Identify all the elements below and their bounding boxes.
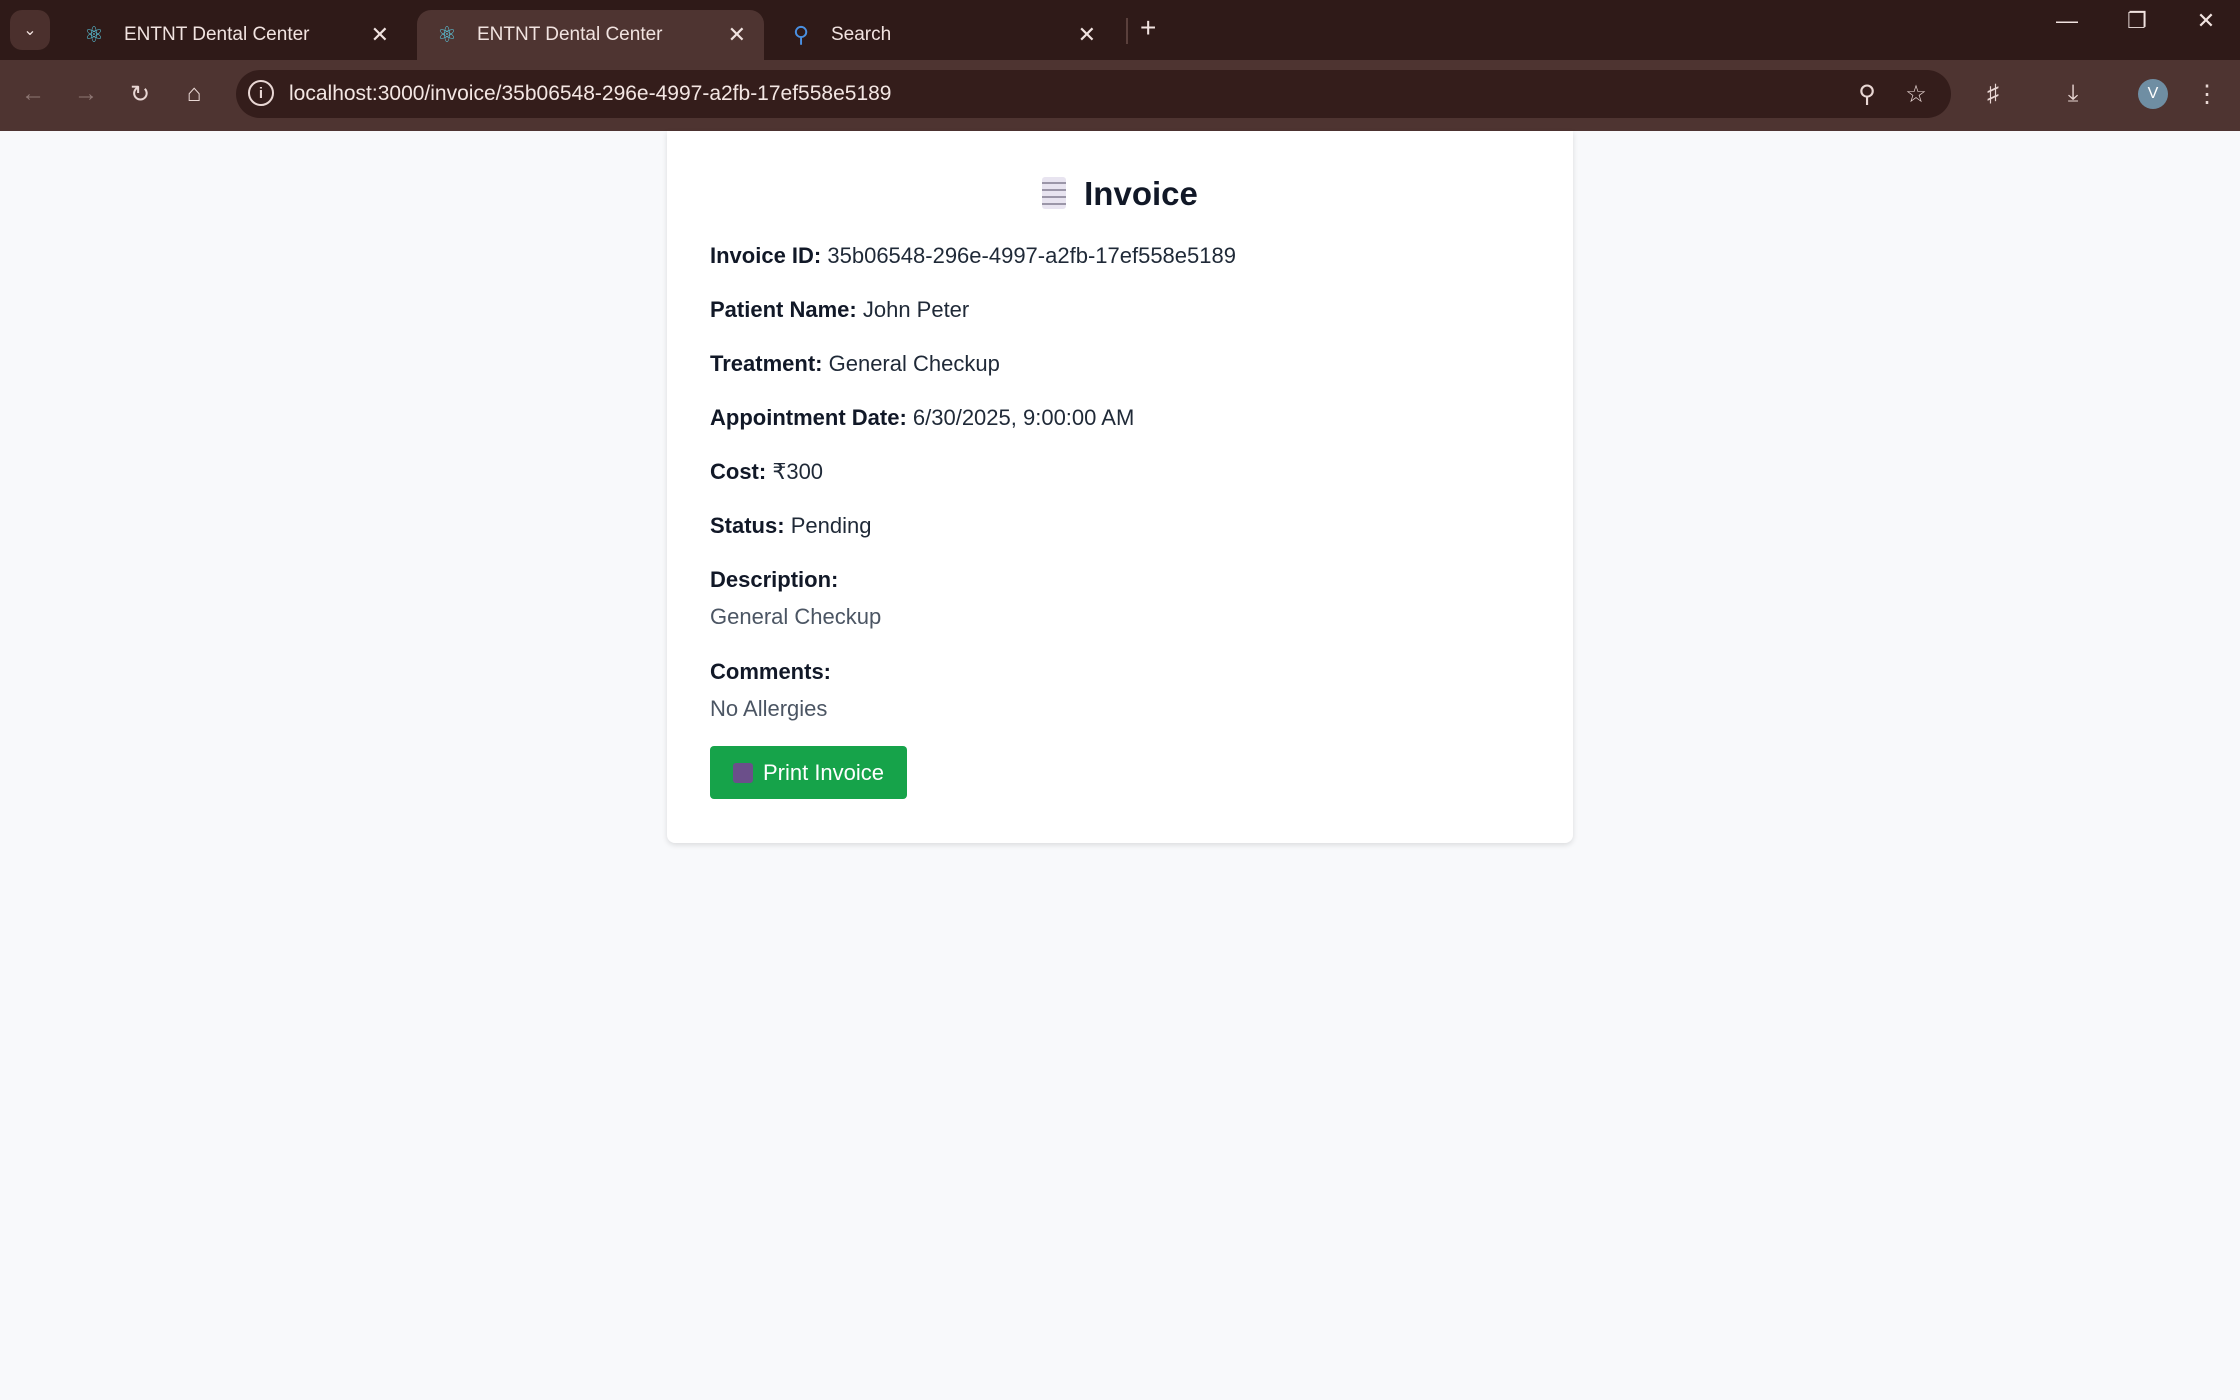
label-text: Description: — [710, 567, 839, 592]
address-bar[interactable]: i localhost:3000/invoice/35b06548-296e-4… — [236, 70, 1951, 118]
tab-bar: ⌄ ⚛ ENTNT Dental Center ✕ ⚛ ENTNT Dental… — [0, 0, 2240, 60]
field-value: ₹300 — [772, 459, 824, 484]
avatar: V — [2138, 79, 2168, 109]
download-icon[interactable]: ⤓ — [2053, 74, 2093, 114]
patient-name-row: Patient Name: John Peter — [710, 297, 969, 323]
close-icon[interactable]: ✕ — [728, 22, 746, 48]
description-label: Description: — [710, 567, 838, 593]
title-text: Invoice — [1084, 175, 1198, 212]
appointment-date-row: Appointment Date: 6/30/2025, 9:00:00 AM — [710, 405, 1134, 431]
new-tab-button[interactable]: + — [1140, 12, 1156, 44]
back-button[interactable]: ← — [13, 74, 53, 114]
receipt-icon — [1042, 177, 1067, 209]
field-label: Treatment: — [710, 351, 823, 376]
field-value: General Checkup — [828, 351, 1000, 376]
url-text[interactable]: localhost:3000/invoice/35b06548-296e-499… — [289, 82, 892, 106]
tab-title: ENTNT Dental Center — [124, 24, 310, 45]
field-label: Cost: — [710, 459, 767, 484]
invoice-card: Invoice Invoice ID: 35b06548-296e-4997-a… — [667, 131, 1573, 843]
minimize-button[interactable]: — — [2047, 8, 2087, 34]
search-icon: ⚲ — [792, 22, 810, 47]
page-title: Invoice — [667, 175, 1573, 213]
profile-button[interactable]: V — [2133, 74, 2173, 114]
tab-entnt-1[interactable]: ⚛ ENTNT Dental Center ✕ — [64, 10, 407, 60]
restore-button[interactable]: ❐ — [2117, 8, 2157, 34]
field-value: 35b06548-296e-4997-a2fb-17ef558e5189 — [827, 243, 1236, 268]
treatment-row: Treatment: General Checkup — [710, 351, 1000, 377]
invoice-id-row: Invoice ID: 35b06548-296e-4997-a2fb-17ef… — [710, 243, 1236, 269]
print-invoice-button[interactable]: Print Invoice — [710, 746, 907, 799]
close-window-button[interactable]: ✕ — [2186, 8, 2226, 34]
extensions-icon[interactable]: ♯ — [1973, 74, 2013, 114]
tab-divider — [1126, 18, 1128, 44]
button-label: Print Invoice — [762, 759, 885, 785]
field-label: Status: — [710, 513, 785, 538]
field-value: 6/30/2025, 9:00:00 AM — [912, 405, 1135, 430]
site-info-icon[interactable]: i — [248, 80, 274, 106]
reload-button[interactable]: ↻ — [120, 74, 160, 114]
tab-search[interactable]: ⚲ Search ✕ — [771, 10, 1114, 60]
description-text: General Checkup — [710, 604, 882, 629]
field-label: Appointment Date: — [710, 405, 907, 430]
zoom-icon[interactable]: ⚲ — [1847, 74, 1887, 114]
tab-entnt-2[interactable]: ⚛ ENTNT Dental Center ✕ — [417, 10, 764, 60]
menu-icon[interactable]: ⋮ — [2187, 74, 2227, 114]
close-icon[interactable]: ✕ — [371, 22, 389, 48]
printer-icon — [732, 762, 753, 783]
close-icon[interactable]: ✕ — [1078, 22, 1096, 48]
cost-row: Cost: ₹300 — [710, 459, 823, 485]
label-text: Comments: — [710, 659, 832, 684]
react-icon: ⚛ — [437, 22, 457, 47]
field-label: Invoice ID: — [710, 243, 822, 268]
tab-search-button[interactable]: ⌄ — [10, 10, 50, 50]
field-value: Pending — [790, 513, 872, 538]
forward-button[interactable]: → — [66, 74, 106, 114]
field-value: John Peter — [862, 297, 970, 322]
comments-label: Comments: — [710, 659, 831, 685]
bookmark-star-icon[interactable]: ☆ — [1896, 74, 1936, 114]
status-row: Status: Pending — [710, 513, 871, 539]
home-button[interactable]: ⌂ — [174, 74, 214, 114]
tab-title: Search — [831, 24, 892, 45]
browser-toolbar: ← → ↻ ⌂ i localhost:3000/invoice/35b0654… — [0, 60, 2240, 131]
field-label: Patient Name: — [710, 297, 857, 322]
comments-text: No Allergies — [710, 696, 828, 721]
tab-title: ENTNT Dental Center — [477, 24, 663, 45]
react-icon: ⚛ — [84, 22, 104, 47]
